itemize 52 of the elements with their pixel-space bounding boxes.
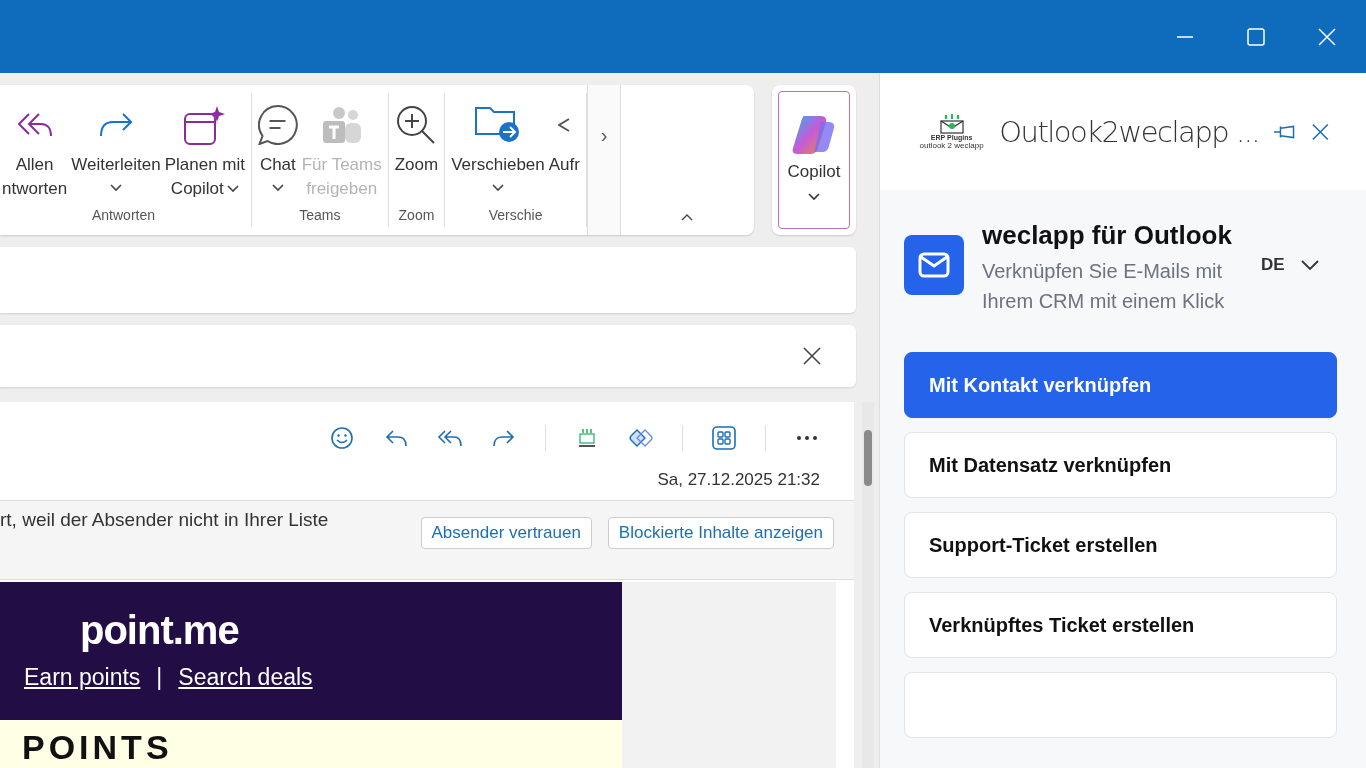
app-subtitle: Verknüpfen Sie E-Mails mit Ihrem CRM mit einem Klick bbox=[982, 259, 1226, 314]
pane-title: Outlook2weclapp ... bbox=[999, 114, 1260, 149]
caret-icon bbox=[271, 184, 284, 192]
caret-icon bbox=[808, 193, 820, 201]
group-label: Zoom bbox=[397, 207, 436, 225]
close-icon[interactable] bbox=[1311, 121, 1330, 142]
scroll-right-button[interactable]: › bbox=[586, 85, 621, 235]
apps-grid-icon[interactable] bbox=[711, 425, 737, 451]
email-headline: POINTS bbox=[22, 728, 174, 767]
folder-arrow-icon bbox=[475, 107, 521, 143]
ribbon-button[interactable]: Allen ntworten bbox=[0, 93, 70, 207]
notice-button[interactable]: Blockierte Inhalte anzeigen bbox=[607, 517, 834, 549]
ribbon-button[interactable]: Chat bbox=[256, 93, 300, 207]
reply-all-icon bbox=[17, 113, 52, 137]
link-separator: | bbox=[156, 664, 163, 691]
email-date: Sa, 27.12.2025 21:32 bbox=[657, 470, 820, 491]
action-button[interactable]: Support-Ticket erstellen bbox=[904, 512, 1337, 578]
forward-icon bbox=[99, 113, 132, 137]
scrollbar[interactable] bbox=[862, 402, 874, 768]
email-link[interactable]: Earn points bbox=[24, 664, 141, 691]
notice-text: rt, weil der Absender nicht in Ihrer Liste bbox=[0, 508, 329, 532]
brand-logo: point.me bbox=[80, 608, 240, 652]
envelope-logo-icon bbox=[937, 113, 966, 134]
notice-button[interactable]: Absender vertrauen bbox=[420, 517, 592, 549]
ribbon-button[interactable]: Planen mit Copilot bbox=[162, 93, 247, 207]
ribbon-button[interactable]: Zoom bbox=[392, 93, 441, 207]
caret-icon bbox=[109, 184, 122, 192]
action-button[interactable]: Mit Kontakt verknüpfen bbox=[904, 352, 1337, 418]
group-label: Verschie bbox=[487, 207, 544, 225]
language-dropdown[interactable]: DE bbox=[1255, 254, 1325, 276]
group-label: Teams bbox=[298, 207, 342, 225]
ribbon-button[interactable]: Aufr bbox=[546, 93, 582, 207]
chat-bubble-icon bbox=[258, 105, 298, 145]
people-icon bbox=[321, 106, 362, 144]
action-button[interactable]: Verknüpftes Ticket erstellen bbox=[904, 592, 1337, 658]
zoom-icon bbox=[397, 106, 436, 144]
smiley-icon[interactable] bbox=[329, 425, 355, 451]
caret-icon bbox=[492, 184, 504, 192]
chevron-down-icon bbox=[1300, 260, 1319, 270]
maximize-icon[interactable] bbox=[1247, 27, 1265, 46]
group-label: Antworten bbox=[90, 207, 156, 225]
ribbon-button[interactable]: Weiterleiten bbox=[69, 93, 163, 207]
copilot-button[interactable]: Copilot bbox=[778, 91, 850, 229]
calendar-sparkle-icon bbox=[183, 105, 226, 145]
caret-icon bbox=[226, 185, 239, 193]
app-heading: weclapp für Outlook bbox=[982, 219, 1233, 252]
ribbon-button[interactable]: Verschieben bbox=[449, 93, 547, 207]
close-icon[interactable] bbox=[802, 346, 822, 366]
mail-badge-icon bbox=[904, 235, 964, 295]
action-button[interactable]: Mit Datensatz verknüpfen bbox=[904, 432, 1337, 498]
email-link[interactable]: Search deals bbox=[178, 664, 313, 691]
collapse-ribbon-icon[interactable] bbox=[681, 213, 694, 221]
